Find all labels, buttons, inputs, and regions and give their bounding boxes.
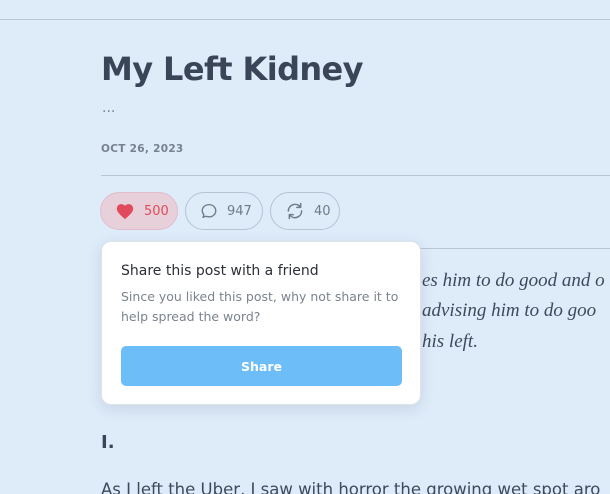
comment-count: 947 [227, 203, 252, 219]
post-page: My Left Kidney ... OCT 26, 2023 500 947 [0, 0, 610, 494]
meta-divider [101, 175, 610, 176]
post-date: OCT 26, 2023 [101, 143, 184, 155]
section-heading: I. [101, 432, 115, 453]
body-line: es him to do good and o [422, 270, 605, 291]
like-button[interactable]: 500 [100, 192, 178, 230]
like-count: 500 [144, 203, 169, 219]
share-button[interactable]: Share [121, 346, 402, 386]
body-paragraph: As I left the Uber, I saw with horror th… [101, 480, 601, 494]
heart-icon [115, 202, 135, 220]
comment-button[interactable]: 947 [185, 192, 263, 230]
share-popover-title: Share this post with a friend [121, 263, 319, 279]
top-divider [0, 19, 610, 20]
share-popover: Share this post with a friend Since you … [101, 241, 421, 405]
restack-icon [285, 201, 305, 221]
post-title: My Left Kidney [101, 50, 364, 88]
restack-button[interactable]: 40 [270, 192, 340, 230]
body-line: advising him to do goo [422, 300, 597, 321]
body-line: his left. [422, 331, 478, 352]
comment-icon [200, 202, 218, 220]
restack-count: 40 [314, 203, 331, 219]
post-subtitle: ... [102, 100, 116, 116]
share-popover-description: Since you liked this post, why not share… [121, 289, 399, 324]
